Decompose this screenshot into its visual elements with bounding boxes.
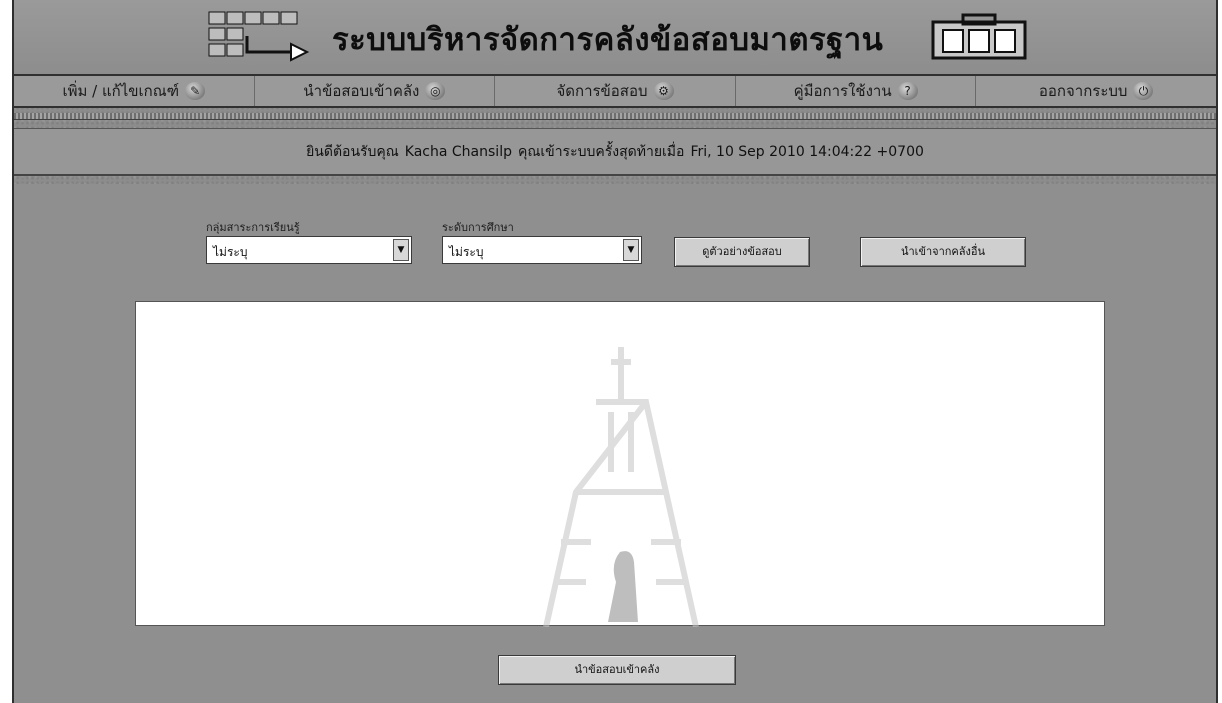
welcome-greeting: ยินดีต้อนรับคุณ (306, 143, 399, 160)
menu-item-manage-exam[interactable]: จัดการข้อสอบ ⚙ (495, 76, 736, 106)
app-window: ระบบบริหารจัดการคลังข้อสอบมาตรฐาน เพิ่ม … (12, 0, 1218, 703)
menu-item-import-exam[interactable]: นำข้อสอบเข้าคลัง ◎ (255, 76, 496, 106)
header: ระบบบริหารจัดการคลังข้อสอบมาตรฐาน (14, 0, 1216, 74)
divider (14, 113, 1216, 120)
menu-item-label: ออกจากระบบ (1038, 82, 1128, 100)
globe-icon: ◎ (425, 82, 446, 100)
university-watermark-icon (543, 347, 699, 627)
import-other-bank-button[interactable]: นำเข้าจากคลังอื่น (860, 237, 1026, 267)
last-login-time: Fri, 10 Sep 2010 14:04:22 +0700 (690, 143, 924, 160)
menu-item-logout[interactable]: ออกจากระบบ ⏻ (976, 76, 1216, 106)
preview-exam-button[interactable]: ดูตัวอย่างข้อสอบ (674, 237, 810, 267)
menu-item-label: เพิ่ม / แก้ไขเกณฑ์ (62, 82, 180, 100)
chevron-down-icon[interactable]: ▼ (393, 239, 409, 261)
education-level-value: ไม่ระบุ (449, 245, 484, 259)
import-to-bank-button[interactable]: นำข้อสอบเข้าคลัง (498, 655, 736, 685)
menu-item-label: คู่มือการใช้งาน (793, 82, 892, 100)
chevron-down-icon[interactable]: ▼ (623, 239, 639, 261)
welcome-user-name: Kacha Chansilp (404, 143, 512, 160)
gear-icon: ⚙ (653, 82, 674, 100)
pencil-icon: ✎ (185, 82, 206, 100)
main-content: กลุ่มสาระการเรียนรู้ ไม่ระบุ ▼ ระดับการศ… (14, 184, 1216, 703)
subject-group-select[interactable]: ไม่ระบุ ▼ (206, 236, 412, 264)
last-login-label: คุณเข้าระบบครั้งสุดท้ายเมื่อ (517, 143, 685, 160)
exam-preview-panel (135, 301, 1105, 627)
main-menu: เพิ่ม / แก้ไขเกณฑ์ ✎ นำข้อสอบเข้าคลัง ◎ … (14, 74, 1216, 108)
menu-item-manual[interactable]: คู่มือการใช้งาน ? (736, 76, 977, 106)
menu-item-label: จัดการข้อสอบ (556, 82, 648, 100)
education-level-select[interactable]: ไม่ระบุ ▼ (442, 236, 642, 264)
power-icon: ⏻ (1133, 82, 1154, 100)
education-level-label: ระดับการศึกษา (442, 221, 514, 234)
help-icon: ? (897, 82, 918, 100)
subject-group-label: กลุ่มสาระการเรียนรู้ (206, 221, 300, 234)
briefcase-logo-icon (931, 13, 1027, 60)
menu-item-criteria[interactable]: เพิ่ม / แก้ไขเกณฑ์ ✎ (14, 76, 255, 106)
menu-item-label: นำข้อสอบเข้าคลัง (303, 82, 420, 100)
welcome-banner: ยินดีต้อนรับคุณ Kacha Chansilp คุณเข้าระ… (14, 128, 1216, 176)
exam-bank-logo-icon (208, 11, 310, 62)
subject-group-value: ไม่ระบุ (213, 245, 248, 259)
app-title: ระบบบริหารจัดการคลังข้อสอบมาตรฐาน (332, 22, 884, 58)
